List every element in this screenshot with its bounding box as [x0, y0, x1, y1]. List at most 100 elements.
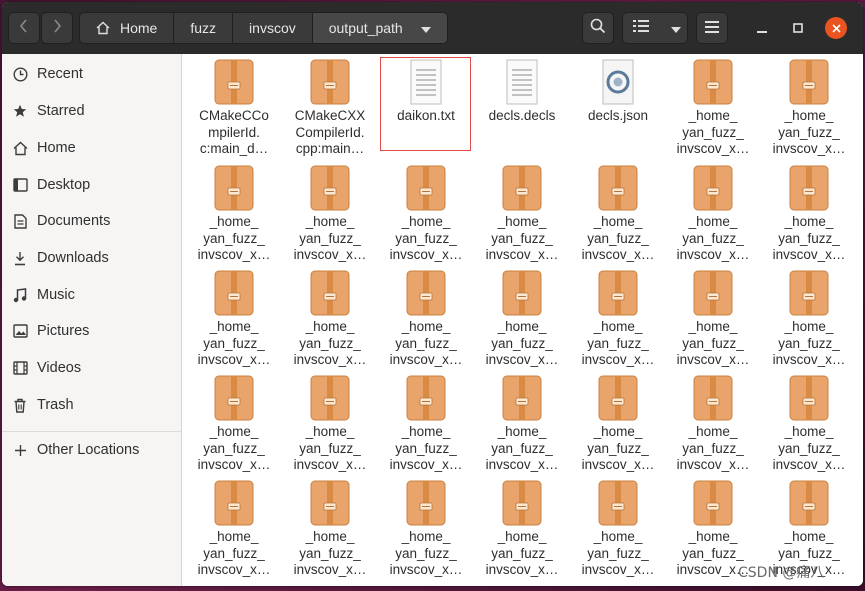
- file-name-line: cpp:main…: [295, 141, 365, 156]
- file-name-line: _home_: [497, 214, 547, 229]
- file-name-line: invscov_x…: [293, 457, 367, 472]
- file-name: _home_ yan_fuzz_ invscov_x…: [575, 529, 661, 579]
- main-menu-button[interactable]: [696, 12, 728, 44]
- sidebar-item-trash[interactable]: Trash: [2, 390, 182, 420]
- file-item[interactable]: _home_ yan_fuzz_ invscov_x…: [670, 54, 756, 156]
- archive-file-icon: [691, 374, 735, 422]
- sidebar-item-desktop[interactable]: Desktop: [2, 170, 182, 200]
- maximize-button[interactable]: [786, 16, 810, 40]
- chevron-down-icon[interactable]: [420, 20, 431, 36]
- file-name-line: yan_fuzz_: [203, 230, 265, 246]
- file-name-line: _home_: [497, 319, 547, 334]
- back-button[interactable]: [8, 12, 40, 44]
- file-item[interactable]: _home_ yan_fuzz_ invscov_x…: [287, 475, 373, 577]
- file-name-line: _home_: [688, 214, 738, 229]
- file-item[interactable]: _home_ yan_fuzz_ invscov_x…: [479, 370, 565, 472]
- file-item[interactable]: CMakeCXX CompilerId. cpp:main…: [287, 54, 373, 156]
- file-item[interactable]: _home_ yan_fuzz_ invscov_x…: [575, 160, 661, 262]
- file-item[interactable]: _home_ yan_fuzz_ invscov_x…: [670, 265, 756, 367]
- archive-file-icon: [404, 374, 448, 422]
- file-name: _home_ yan_fuzz_ invscov_x…: [766, 108, 852, 158]
- file-name-line: _home_: [497, 424, 547, 439]
- sidebar-item-label: Home: [37, 140, 76, 156]
- file-name: _home_ yan_fuzz_ invscov_x…: [670, 319, 756, 369]
- sidebar-item-recent[interactable]: Recent: [2, 59, 182, 89]
- view-options-button[interactable]: [622, 12, 688, 44]
- picture-icon: [12, 323, 28, 339]
- file-name-line: yan_fuzz_: [682, 545, 744, 561]
- file-name-line: yan_fuzz_: [299, 230, 361, 246]
- file-name: _home_ yan_fuzz_ invscov_x…: [191, 424, 277, 474]
- file-item[interactable]: _home_ yan_fuzz_ invscov_x…: [479, 160, 565, 262]
- file-item[interactable]: _home_ yan_fuzz_ invscov_x…: [191, 160, 277, 262]
- file-name-line: yan_fuzz_: [778, 545, 840, 561]
- file-item[interactable]: _home_ yan_fuzz_ invscov_x…: [575, 475, 661, 577]
- close-button[interactable]: [825, 17, 847, 39]
- sidebar-item-label: Starred: [37, 103, 85, 119]
- breadcrumb-home[interactable]: Home: [80, 13, 175, 43]
- file-name: _home_ yan_fuzz_ invscov_x…: [287, 319, 373, 369]
- file-name-line: CompilerId.: [295, 124, 365, 140]
- plus-icon: [12, 442, 28, 458]
- file-name-line: _home_: [401, 319, 451, 334]
- breadcrumb-label: Home: [120, 20, 158, 36]
- file-item[interactable]: _home_ yan_fuzz_ invscov_x…: [670, 160, 756, 262]
- sidebar-item-other-locations[interactable]: Other Locations: [2, 435, 182, 465]
- file-name-line: invscov_x…: [197, 457, 271, 472]
- forward-button[interactable]: [41, 12, 73, 44]
- file-item[interactable]: _home_ yan_fuzz_ invscov_x…: [575, 265, 661, 367]
- breadcrumb-fuzz[interactable]: fuzz: [174, 13, 234, 43]
- breadcrumb-invscov[interactable]: invscov: [233, 13, 313, 43]
- file-item[interactable]: _home_ yan_fuzz_ invscov_x…: [670, 370, 756, 472]
- file-item[interactable]: CMakeCCo mpilerId. c:main_d…: [191, 54, 277, 156]
- file-item[interactable]: _home_ yan_fuzz_ invscov_x…: [479, 475, 565, 577]
- file-name-line: invscov_x…: [389, 457, 463, 472]
- sidebar-item-documents[interactable]: Documents: [2, 206, 182, 236]
- archive-file-icon: [500, 479, 544, 527]
- sidebar-item-downloads[interactable]: Downloads: [2, 243, 182, 273]
- sidebar-item-starred[interactable]: Starred: [2, 96, 182, 126]
- file-item[interactable]: _home_ yan_fuzz_ invscov_x…: [191, 370, 277, 472]
- file-item[interactable]: decls.json: [575, 54, 661, 154]
- file-item[interactable]: _home_ yan_fuzz_ invscov_x…: [766, 475, 852, 577]
- search-button[interactable]: [582, 12, 614, 44]
- file-item[interactable]: _home_ yan_fuzz_ invscov_x…: [575, 370, 661, 472]
- file-item[interactable]: _home_ yan_fuzz_ invscov_x…: [191, 265, 277, 367]
- file-item[interactable]: _home_ yan_fuzz_ invscov_x…: [287, 265, 373, 367]
- file-item[interactable]: _home_ yan_fuzz_ invscov_x…: [191, 475, 277, 577]
- file-item[interactable]: _home_ yan_fuzz_ invscov_x…: [766, 160, 852, 262]
- chevron-down-icon[interactable]: [671, 20, 681, 37]
- sidebar-item-pictures[interactable]: Pictures: [2, 316, 182, 346]
- minimize-button[interactable]: [750, 16, 774, 40]
- file-name-line: invscov_x…: [581, 352, 655, 367]
- file-name-line: yan_fuzz_: [299, 545, 361, 561]
- file-item[interactable]: decls.decls: [479, 54, 565, 154]
- sidebar-item-music[interactable]: Music: [2, 280, 182, 310]
- file-name-line: invscov_x…: [485, 352, 559, 367]
- header-bar: Home fuzz invscov output_path: [2, 2, 863, 54]
- file-name-line: yan_fuzz_: [778, 440, 840, 456]
- file-item[interactable]: _home_ yan_fuzz_ invscov_x…: [479, 265, 565, 367]
- file-item[interactable]: _home_ yan_fuzz_ invscov_x…: [766, 370, 852, 472]
- file-item[interactable]: _home_ yan_fuzz_ invscov_x…: [287, 160, 373, 262]
- archive-file-icon: [212, 479, 256, 527]
- file-name-line: invscov_x…: [293, 562, 367, 577]
- file-item[interactable]: _home_ yan_fuzz_ invscov_x…: [766, 265, 852, 367]
- archive-file-icon: [212, 374, 256, 422]
- sidebar-item-videos[interactable]: Videos: [2, 353, 182, 383]
- file-name-line: invscov_x…: [772, 457, 846, 472]
- file-item[interactable]: _home_ yan_fuzz_ invscov_x…: [383, 265, 469, 367]
- file-item[interactable]: _home_ yan_fuzz_ invscov_x…: [670, 475, 756, 577]
- sidebar-item-home[interactable]: Home: [2, 133, 182, 163]
- file-item[interactable]: _home_ yan_fuzz_ invscov_x…: [383, 370, 469, 472]
- file-name-line: yan_fuzz_: [587, 335, 649, 351]
- file-item[interactable]: _home_ yan_fuzz_ invscov_x…: [383, 475, 469, 577]
- file-item[interactable]: _home_ yan_fuzz_ invscov_x…: [287, 370, 373, 472]
- file-name-line: c:main_d…: [199, 141, 269, 156]
- file-item[interactable]: _home_ yan_fuzz_ invscov_x…: [766, 54, 852, 156]
- archive-file-icon: [404, 479, 448, 527]
- breadcrumb-output-path[interactable]: output_path: [312, 13, 447, 43]
- archive-file-icon: [691, 269, 735, 317]
- file-name: _home_ yan_fuzz_ invscov_x…: [191, 529, 277, 579]
- file-item[interactable]: _home_ yan_fuzz_ invscov_x…: [383, 160, 469, 262]
